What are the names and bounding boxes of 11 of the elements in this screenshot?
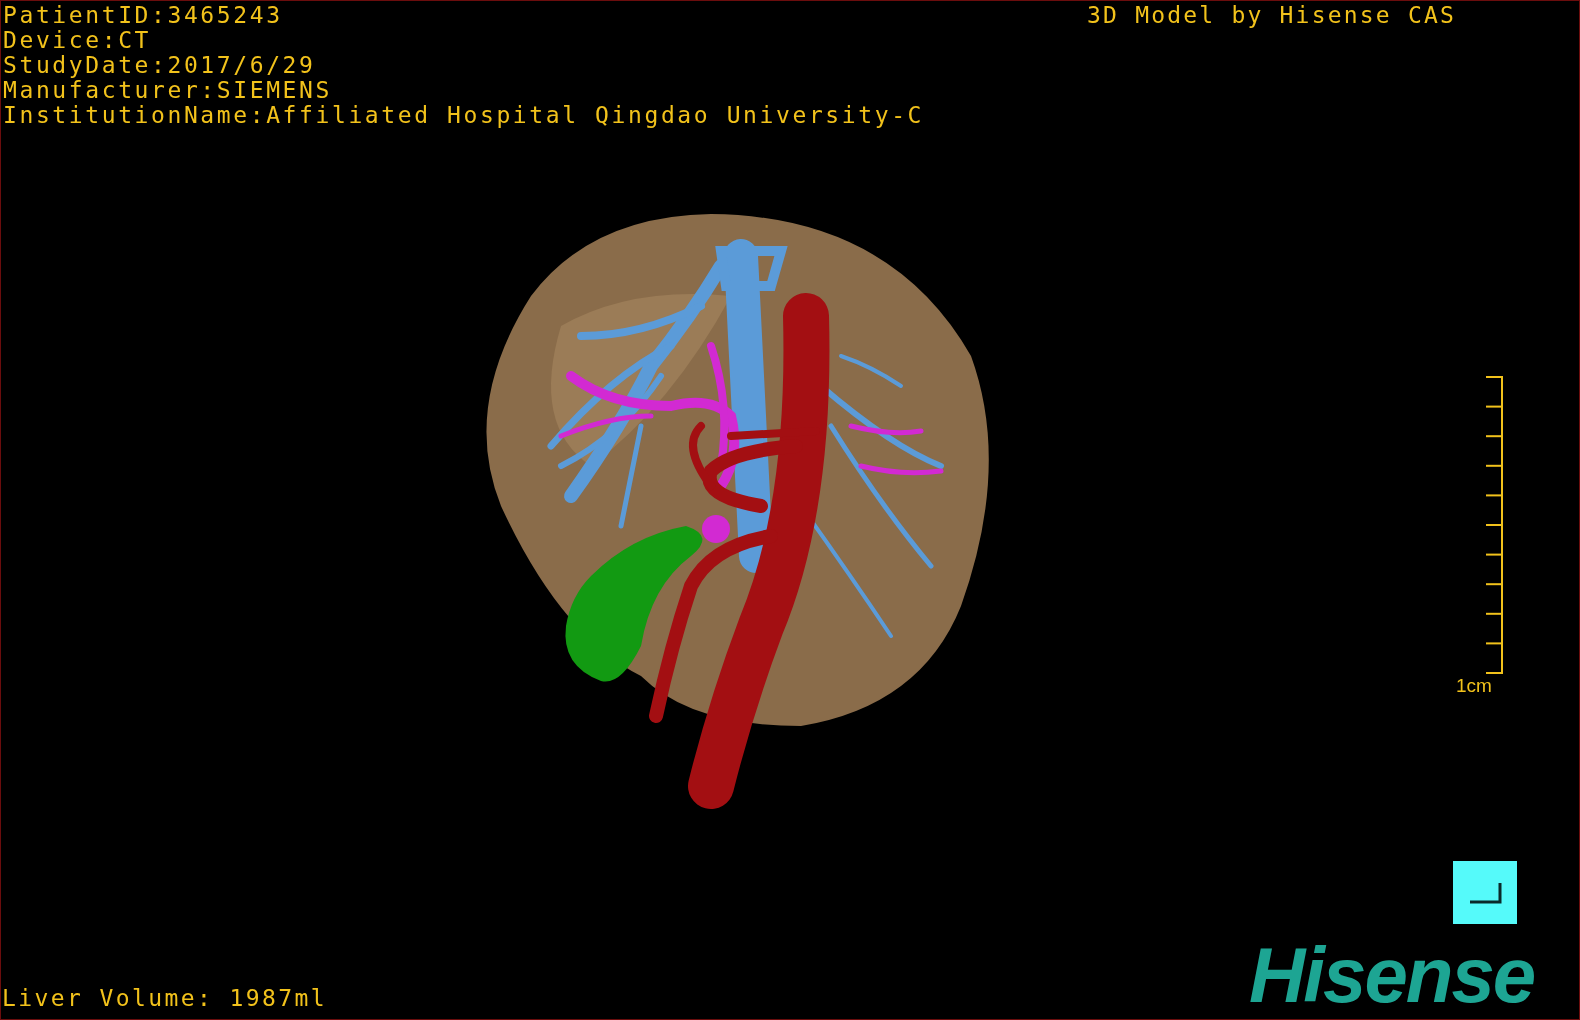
info-text: InstitutionName:Affiliated Hospital Qingdao University-C (3, 103, 925, 128)
scale-label: 1cm (1456, 675, 1492, 697)
info-text: StudyDate:2017/6/29 (3, 53, 317, 78)
credit-text: 3D Model by Hisense CAS (1087, 3, 1457, 28)
logo: Hisense (1249, 936, 1535, 1014)
info-text: PatientID:3465243 (3, 3, 284, 28)
corner-icon (1468, 880, 1502, 905)
info-text: Manufacturer:SIEMENS (3, 78, 333, 103)
liver-volume-text: Liver Volume: 1987ml (2, 986, 327, 1011)
corner-button[interactable] (1453, 861, 1517, 924)
info-text: Device:CT (3, 28, 153, 53)
